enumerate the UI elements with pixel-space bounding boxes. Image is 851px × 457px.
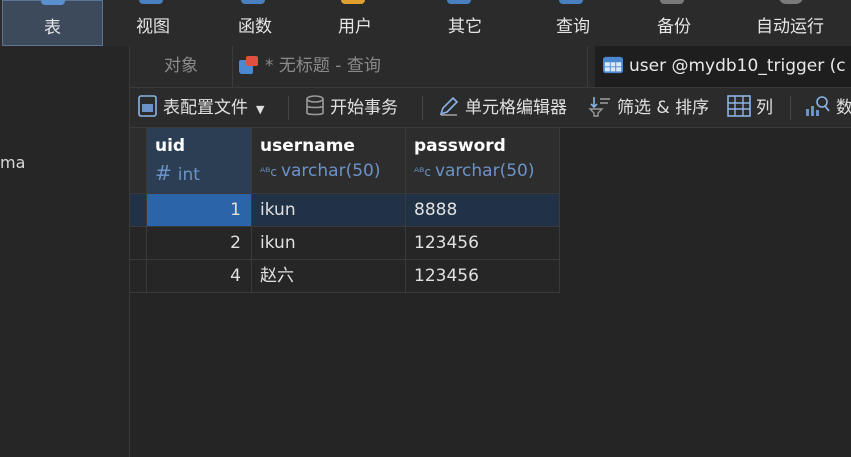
toolbar-divider: [790, 96, 791, 120]
backup-button[interactable]: 备份: [636, 0, 712, 46]
row-selector[interactable]: [130, 260, 147, 293]
filter-sort-icon: [588, 97, 610, 117]
automation-label: 自动运行: [756, 17, 824, 37]
row-selector[interactable]: [130, 194, 147, 227]
nav-item-fragment[interactable]: ma: [0, 153, 25, 172]
table-cell-username[interactable]: ikun: [252, 194, 406, 227]
tab-user-table[interactable]: user @mydb10_trigger (c: [595, 46, 851, 87]
main-toolbar: 表 视图 函数 用户 其它 查询 备份 自动运行: [0, 0, 851, 46]
column-header-username[interactable]: username ᴬᴮc varchar(50): [252, 128, 406, 194]
query-tab-icon: [239, 56, 258, 74]
database-icon: [306, 95, 324, 116]
backup-label: 备份: [657, 17, 691, 37]
table-cell-password[interactable]: 123456: [406, 227, 560, 260]
pencil-icon: [439, 96, 459, 116]
table-cell-username[interactable]: ikun: [252, 227, 406, 260]
cell-editor-button[interactable]: 单元格编辑器: [438, 88, 567, 128]
column-header-password[interactable]: password ᴬᴮc varchar(50): [406, 128, 560, 194]
tables-button[interactable]: 表: [2, 0, 103, 46]
data-grid[interactable]: uid # int username ᴬᴮc varchar(50) passwor…: [130, 128, 851, 457]
filter-sort-button[interactable]: 筛选 & 排序: [588, 88, 709, 128]
queries-label: 查询: [556, 17, 590, 37]
functions-button[interactable]: 函数: [217, 0, 293, 46]
column-name-uid: uid: [155, 136, 186, 156]
automation-icon: [779, 0, 803, 4]
toolbar-divider: [422, 96, 423, 120]
views-label: 视图: [136, 17, 170, 37]
tab-user-table-label: user @mydb10_trigger (c: [629, 56, 846, 76]
column-type-uid: int: [177, 165, 200, 185]
table-cell-uid[interactable]: 4: [147, 260, 252, 293]
functions-label: 函数: [238, 17, 272, 37]
query-icon: [559, 0, 583, 4]
views-button[interactable]: 视图: [115, 0, 191, 46]
chart-icon: [806, 96, 830, 116]
table-cell-password[interactable]: 123456: [406, 260, 560, 293]
others-label: 其它: [448, 17, 482, 37]
begin-transaction-button[interactable]: 开始事务: [305, 88, 398, 128]
queries-button[interactable]: 查询: [535, 0, 611, 46]
chevron-down-icon: ▼: [256, 103, 265, 116]
other-icon: [447, 0, 471, 4]
tab-untitled-query[interactable]: * 无标题 - 查询: [233, 46, 588, 87]
tab-objects[interactable]: 对象: [130, 46, 233, 87]
begin-transaction-label: 开始事务: [330, 98, 398, 118]
column-header-uid[interactable]: uid # int: [147, 128, 252, 194]
users-button[interactable]: 用户: [317, 0, 393, 46]
toolbar-divider: [288, 96, 289, 120]
column-type-password: varchar(50): [434, 161, 535, 181]
tab-untitled-query-label: * 无标题 - 查询: [265, 56, 381, 76]
profile-icon: [138, 95, 157, 117]
columns-label: 列: [756, 98, 773, 118]
data-generation-label: 数: [836, 98, 851, 118]
tab-bar: 对象 * 无标题 - 查询 user @mydb10_trigger (c: [130, 46, 851, 88]
table-profile-label: 表配置文件: [163, 98, 248, 118]
table-profile-button[interactable]: 表配置文件 ▼: [138, 88, 264, 128]
table-cell-uid[interactable]: 2: [147, 227, 252, 260]
column-name-username: username: [260, 136, 355, 156]
number-type-icon: #: [155, 161, 172, 185]
text-type-icon: ᴬᴮc: [260, 165, 277, 179]
columns-button[interactable]: 列: [727, 88, 773, 128]
table-cell-username[interactable]: 赵六: [252, 260, 406, 293]
function-icon: [241, 0, 265, 4]
table-icon: [41, 0, 65, 5]
automation-button[interactable]: 自动运行: [735, 0, 845, 46]
tables-label: 表: [44, 18, 61, 38]
cell-editor-label: 单元格编辑器: [465, 98, 567, 118]
backup-icon: [660, 0, 684, 4]
column-type-username: varchar(50): [280, 161, 381, 181]
columns-icon: [727, 95, 751, 117]
table-cell-uid[interactable]: 1: [147, 194, 252, 227]
users-label: 用户: [338, 17, 372, 37]
table-tab-icon: [603, 56, 623, 74]
row-selector[interactable]: [130, 227, 147, 260]
navigation-pane[interactable]: ma: [0, 46, 130, 457]
tab-objects-label: 对象: [164, 56, 198, 76]
view-icon: [139, 0, 163, 4]
data-generation-button[interactable]: 数: [805, 88, 851, 128]
table-cell-password[interactable]: 8888: [406, 194, 560, 227]
row-header-corner: [130, 128, 147, 194]
others-button[interactable]: 其它: [427, 0, 503, 46]
column-name-password: password: [414, 136, 506, 156]
table-toolbar: 表配置文件 ▼ 开始事务 单元格编辑器 筛选 & 排序 列 数: [130, 88, 851, 128]
user-icon: [341, 0, 365, 4]
filter-sort-label: 筛选 & 排序: [617, 98, 710, 118]
text-type-icon: ᴬᴮc: [414, 165, 431, 179]
